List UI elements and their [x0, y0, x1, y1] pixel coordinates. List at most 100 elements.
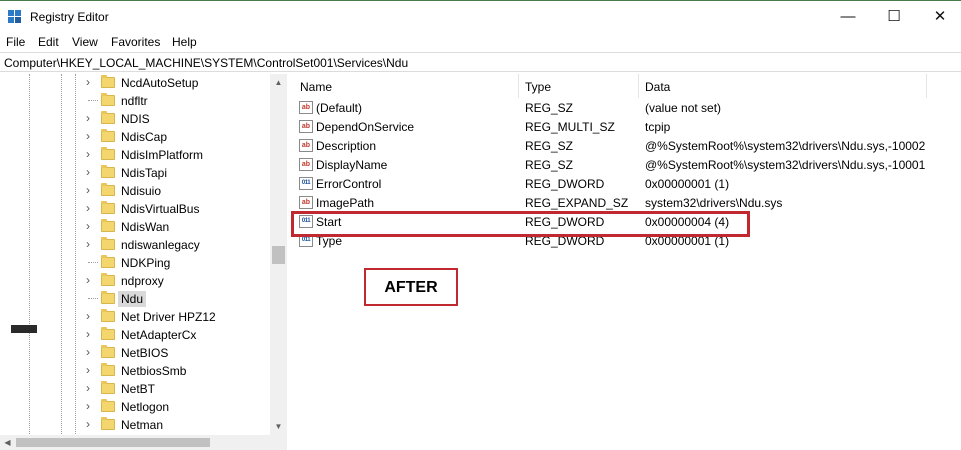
tree-item-label: NDIS [121, 112, 150, 126]
column-header-data[interactable]: Data [645, 80, 670, 94]
tree-item[interactable]: ndfltr [86, 92, 276, 110]
chevron-right-icon[interactable]: › [86, 147, 96, 161]
menu-file[interactable]: File [6, 35, 25, 49]
chevron-right-icon[interactable]: › [86, 183, 96, 197]
chevron-right-icon[interactable]: › [86, 363, 96, 377]
chevron-right-icon[interactable]: › [86, 327, 96, 341]
chevron-right-icon[interactable]: › [86, 381, 96, 395]
value-data: @%SystemRoot%\system32\drivers\Ndu.sys,-… [645, 158, 926, 172]
tree-item[interactable]: NDKPing [86, 254, 276, 272]
tree-item[interactable]: › Netlogon [86, 398, 276, 416]
folder-icon [101, 237, 115, 250]
value-type: REG_SZ [525, 139, 574, 153]
folder-icon [101, 345, 115, 358]
tree-item[interactable]: › NdisImPlatform [86, 146, 276, 164]
tree-connector [88, 298, 98, 299]
folder-icon [101, 255, 115, 268]
tree-item[interactable]: › Net Driver HPZ12 [86, 308, 276, 326]
column-divider[interactable] [638, 74, 639, 98]
menu-edit[interactable]: Edit [38, 35, 59, 49]
chevron-right-icon[interactable]: › [86, 417, 96, 431]
tree-item[interactable]: › NDIS [86, 110, 276, 128]
chevron-right-icon[interactable]: › [86, 201, 96, 215]
menu-help[interactable]: Help [172, 35, 197, 49]
tree-item-label: NdisWan [121, 220, 170, 234]
scroll-down-icon[interactable]: ▼ [270, 418, 287, 435]
chevron-right-icon[interactable]: › [86, 237, 96, 251]
tree-item[interactable]: › Netman [86, 416, 276, 434]
tree-item[interactable]: › NdisWan [86, 218, 276, 236]
tree-item[interactable]: › NetBT [86, 380, 276, 398]
chevron-right-icon[interactable]: › [86, 309, 96, 323]
string-value-icon: ab [299, 101, 313, 114]
tree-item[interactable]: Ndu [86, 290, 276, 308]
column-header-name[interactable]: Name [300, 80, 332, 94]
column-divider[interactable] [518, 74, 519, 98]
scroll-left-icon[interactable]: ◀ [0, 435, 15, 450]
tree-item-label: Netlogon [121, 400, 170, 414]
menu-favorites[interactable]: Favorites [111, 35, 160, 49]
column-divider[interactable] [926, 74, 927, 98]
tree-connector [88, 100, 98, 101]
tree-vertical-scrollbar[interactable]: ▲ ▼ [270, 74, 287, 435]
value-name: ErrorControl [316, 177, 382, 191]
tree-item[interactable]: › NetbiosSmb [86, 362, 276, 380]
after-annotation: AFTER [364, 268, 458, 306]
tree-item-label: Net Driver HPZ12 [121, 310, 216, 324]
value-data: @%SystemRoot%\system32\drivers\Ndu.sys,-… [645, 139, 926, 153]
tree-item[interactable]: › ndiswanlegacy [86, 236, 276, 254]
window-title: Registry Editor [30, 10, 109, 24]
value-row[interactable]: 011 ErrorControl REG_DWORD 0x00000001 (1) [292, 174, 961, 193]
maximize-button[interactable]: ☐ [871, 1, 917, 33]
folder-icon [101, 363, 115, 376]
tree-item[interactable]: › ndproxy [86, 272, 276, 290]
key-tree-pane[interactable]: › NcdAutoSetup ndfltr › NDIS › NdisCap › NdisImP… [0, 74, 287, 450]
scroll-thumb[interactable] [272, 246, 285, 264]
value-row[interactable]: ab Description REG_SZ @%SystemRoot%\system3… [292, 136, 961, 155]
after-label: AFTER [384, 279, 438, 296]
tree-connector [88, 262, 98, 263]
tree-item-label: NetAdapterCx [121, 328, 197, 342]
column-header-type[interactable]: Type [525, 80, 551, 94]
splitter-grip[interactable] [11, 325, 37, 333]
value-row[interactable]: ab ImagePath REG_EXPAND_SZ system32\drivers… [292, 193, 961, 212]
value-name: DependOnService [316, 120, 415, 134]
value-row[interactable]: ab DependOnService REG_MULTI_SZ tcpip [292, 117, 961, 136]
value-data: (value not set) [645, 101, 722, 115]
tree-item[interactable]: › NcdAutoSetup [86, 74, 276, 92]
chevron-right-icon[interactable]: › [86, 75, 96, 89]
address-path: Computer\HKEY_LOCAL_MACHINE\SYSTEM\Contr… [4, 56, 409, 70]
value-type: REG_SZ [525, 158, 574, 172]
tree-item-label: Ndu [118, 291, 147, 307]
scroll-thumb[interactable] [16, 438, 210, 447]
tree-item[interactable]: › NetAdapterCx [86, 326, 276, 344]
chevron-right-icon[interactable]: › [86, 273, 96, 287]
folder-icon [101, 399, 115, 412]
tree-item[interactable]: › NetBIOS [86, 344, 276, 362]
value-row[interactable]: ab DisplayName REG_SZ @%SystemRoot%\system3… [292, 155, 961, 174]
menu-view[interactable]: View [72, 35, 98, 49]
tree-horizontal-scrollbar[interactable]: ◀ [0, 435, 287, 450]
value-row[interactable]: ab (Default) REG_SZ (value not set) [292, 98, 961, 117]
chevron-right-icon[interactable]: › [86, 219, 96, 233]
tree-item[interactable]: › NdisCap [86, 128, 276, 146]
tree-guide-line [61, 74, 62, 434]
address-bar[interactable]: Computer\HKEY_LOCAL_MACHINE\SYSTEM\Contr… [0, 52, 961, 72]
tree-item[interactable]: › NdisVirtualBus [86, 200, 276, 218]
chevron-right-icon[interactable]: › [86, 129, 96, 143]
close-button[interactable]: ✕ [917, 1, 961, 33]
tree-item[interactable]: › Ndisuio [86, 182, 276, 200]
tree-item-label: ndproxy [121, 274, 164, 288]
chevron-right-icon[interactable]: › [86, 165, 96, 179]
chevron-right-icon[interactable]: › [86, 345, 96, 359]
chevron-right-icon[interactable]: › [86, 111, 96, 125]
scroll-up-icon[interactable]: ▲ [270, 74, 287, 91]
tree-item-label: ndfltr [121, 94, 148, 108]
value-data: 0x00000001 (1) [645, 177, 730, 191]
value-data: system32\drivers\Ndu.sys [645, 196, 783, 210]
chevron-right-icon[interactable]: › [86, 399, 96, 413]
values-list-pane[interactable]: Name Type Data ab (Default) REG_SZ (value n… [292, 74, 961, 450]
minimize-button[interactable]: — [825, 1, 871, 33]
tree-item-label: NdisImPlatform [121, 148, 204, 162]
tree-item[interactable]: › NdisTapi [86, 164, 276, 182]
